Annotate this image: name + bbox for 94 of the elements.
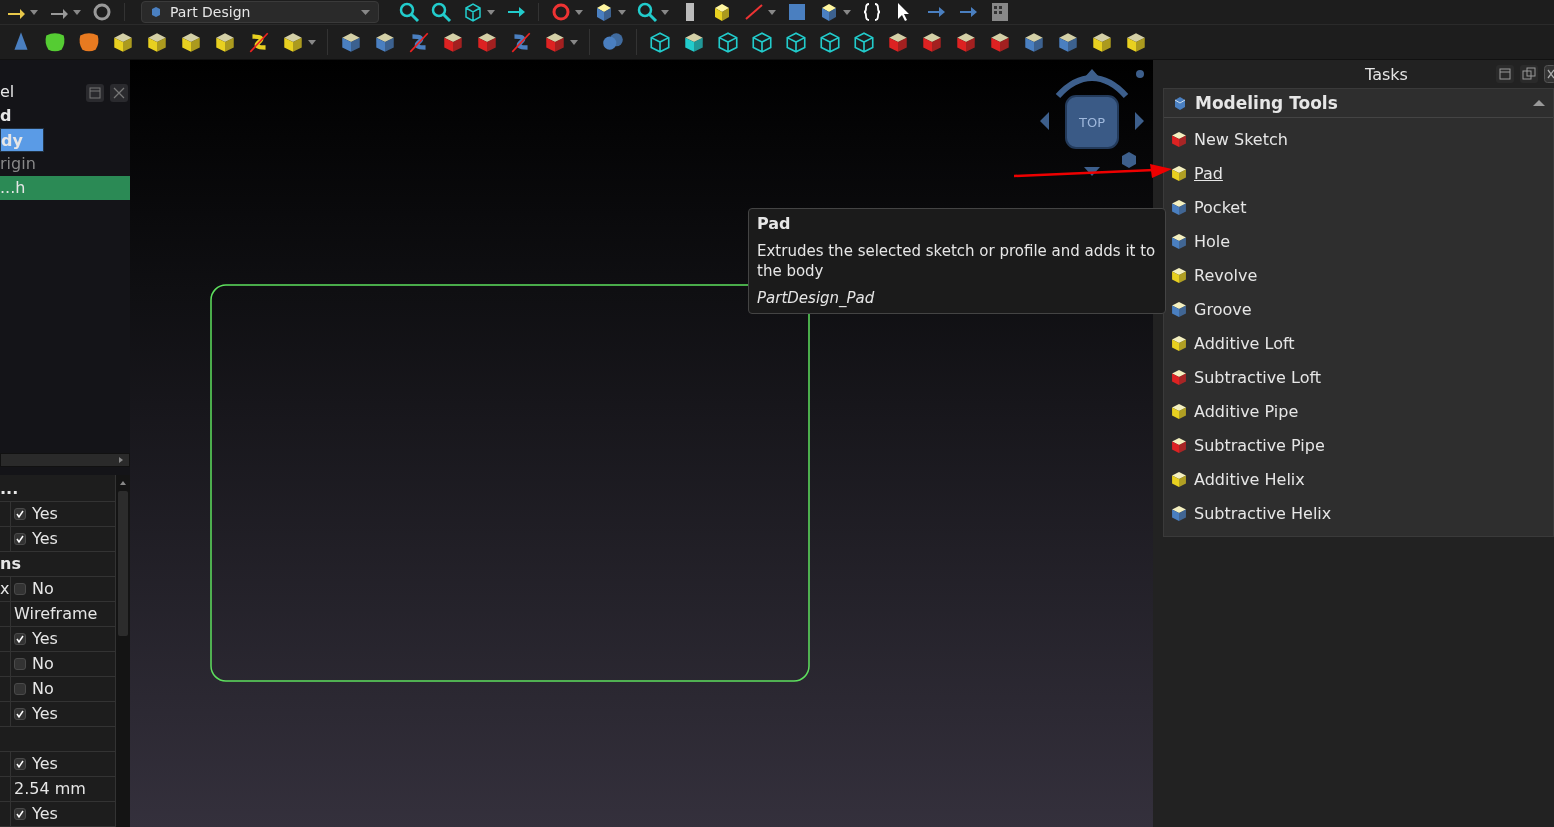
cube-icon xyxy=(1172,165,1186,181)
task-link[interactable]: Additive Loft xyxy=(1172,326,1553,360)
property-value: Yes xyxy=(32,528,58,550)
horizontal-scrollbar[interactable] xyxy=(0,453,130,467)
task-link[interactable]: Subtractive Pipe xyxy=(1172,428,1553,462)
workbench-label: Part Design xyxy=(170,4,252,20)
wireframe-cube-icon[interactable] xyxy=(818,30,842,54)
square-icon[interactable] xyxy=(786,1,808,23)
tree-item[interactable]: el xyxy=(0,80,130,104)
collapse-icon[interactable] xyxy=(1533,99,1545,107)
task-link[interactable]: Groove xyxy=(1172,292,1553,326)
checkbox[interactable] xyxy=(14,808,26,820)
caret-icon[interactable] xyxy=(30,9,38,15)
property-value: Yes xyxy=(32,503,58,525)
float-icon[interactable] xyxy=(1496,65,1514,83)
property-value: Wireframe xyxy=(14,603,98,625)
vertical-scrollbar[interactable] xyxy=(115,475,130,827)
cube-icon xyxy=(1172,335,1186,351)
task-link[interactable]: Hole xyxy=(1172,224,1553,258)
caret-icon[interactable] xyxy=(73,9,81,15)
caret-icon[interactable] xyxy=(661,9,669,15)
task-link[interactable]: Subtractive Helix xyxy=(1172,496,1553,530)
property-value: Yes xyxy=(32,628,58,650)
close-icon[interactable] xyxy=(110,84,128,102)
checkbox[interactable] xyxy=(14,708,26,720)
tooltip-title: Pad xyxy=(757,214,792,233)
calculator-icon[interactable] xyxy=(989,1,1011,23)
group-heading: ... xyxy=(0,478,19,500)
cube-icon xyxy=(1172,301,1186,317)
caret-icon[interactable] xyxy=(575,9,583,15)
checkbox[interactable] xyxy=(14,508,26,520)
property-value: Yes xyxy=(32,753,58,775)
braces-icon[interactable] xyxy=(861,1,883,23)
wireframe-cube-icon[interactable] xyxy=(784,30,808,54)
caret-icon[interactable] xyxy=(618,9,626,15)
caret-icon[interactable] xyxy=(843,9,851,15)
property-value: No xyxy=(32,578,54,600)
cube-icon xyxy=(150,6,162,18)
tooltip-command: PartDesign_Pad xyxy=(757,289,876,307)
property-name: x xyxy=(0,579,10,598)
cube-icon xyxy=(1172,369,1186,385)
measure-line-icon[interactable] xyxy=(743,1,765,23)
checkbox[interactable] xyxy=(14,758,26,770)
wireframe-cube-icon[interactable] xyxy=(852,30,876,54)
section-title: Modeling Tools xyxy=(1195,93,1339,113)
property-value: Yes xyxy=(32,803,58,825)
checkbox[interactable] xyxy=(14,633,26,645)
cube-icon xyxy=(1172,471,1186,487)
checkbox[interactable] xyxy=(14,533,26,545)
float-icon[interactable] xyxy=(86,84,104,102)
checkbox[interactable] xyxy=(14,658,26,670)
close-icon[interactable] xyxy=(1544,65,1554,83)
restore-icon[interactable] xyxy=(1520,65,1538,83)
cube-icon xyxy=(1172,403,1186,419)
zoom-icon[interactable] xyxy=(636,1,658,23)
caret-icon[interactable] xyxy=(570,39,578,45)
task-link[interactable]: New Sketch xyxy=(1172,122,1553,156)
zoom-icon[interactable] xyxy=(398,1,420,23)
group-heading: ns xyxy=(0,553,21,575)
panel-title: Tasks xyxy=(1364,64,1409,84)
scrollbar-thumb[interactable] xyxy=(118,491,128,636)
tree-item[interactable]: d xyxy=(0,104,130,128)
caret-icon[interactable] xyxy=(768,9,776,15)
caret-icon xyxy=(361,9,370,15)
scroll-up-icon[interactable] xyxy=(118,479,128,487)
task-link[interactable]: Subtractive Loft xyxy=(1172,360,1553,394)
cube-icon xyxy=(1172,437,1186,453)
section-header[interactable]: Modeling Tools xyxy=(1164,89,1553,118)
wireframe-cube-icon[interactable] xyxy=(750,30,774,54)
block-icon xyxy=(1172,95,1188,111)
property-value: No xyxy=(32,653,54,675)
task-link[interactable]: Additive Pipe xyxy=(1172,394,1553,428)
task-link[interactable]: Additive Helix xyxy=(1172,462,1553,496)
cube-icon xyxy=(1172,267,1186,283)
property-value: No xyxy=(32,678,54,700)
property-value: Yes xyxy=(32,703,58,725)
caret-icon[interactable] xyxy=(487,9,495,15)
cube-icon xyxy=(1172,131,1186,147)
task-link[interactable]: Revolve xyxy=(1172,258,1553,292)
wireframe-cube-icon[interactable] xyxy=(462,1,484,23)
property-value: 2.54 mm xyxy=(14,778,86,800)
checkbox[interactable] xyxy=(14,683,26,695)
wireframe-cube-icon[interactable] xyxy=(716,30,740,54)
caret-icon[interactable] xyxy=(308,39,316,45)
cube-icon xyxy=(1172,505,1186,521)
cube-icon xyxy=(1172,233,1186,249)
task-link[interactable]: Pocket xyxy=(1172,190,1553,224)
checkbox[interactable] xyxy=(14,583,26,595)
tree-item[interactable]: rigin xyxy=(0,152,130,176)
zoom-icon[interactable] xyxy=(430,1,452,23)
workbench-dropdown[interactable]: Part Design xyxy=(141,1,379,23)
cube-icon xyxy=(1172,199,1186,215)
task-link[interactable]: Pad xyxy=(1172,156,1553,190)
wireframe-cube-icon[interactable] xyxy=(648,30,672,54)
